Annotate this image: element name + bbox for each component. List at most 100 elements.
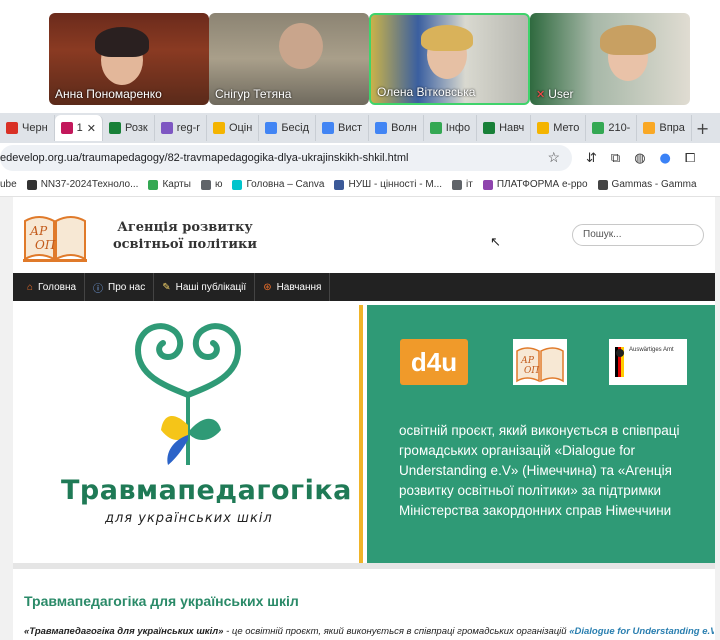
article-content: Травмапедагогіка для українських шкіл «Т… [13,563,715,640]
bookmark-favicon-icon [334,179,345,190]
tab-label: Черн [22,122,48,134]
agency-logo-small[interactable]: АР ОП [513,339,567,385]
browser-tab[interactable]: reg-r [155,115,207,141]
svg-text:ОП: ОП [35,238,56,252]
participant-name: ✕ User [536,87,574,101]
bookmarks-bar: ube NN37-2024Техноло... Карты ю Головна – Ca… [0,173,720,197]
bookmark-item[interactable]: Карты [148,179,191,190]
bookmark-label: ю [214,179,223,190]
nav-item-publications[interactable]: ✎ Наші публікації [154,273,256,301]
main-nav: ⌂ Головна ⓘ Про нас ✎ Наші публікації ⊛ … [13,273,715,301]
bookmark-favicon-icon [200,179,211,190]
tab-label: Мето [553,122,580,134]
banner-title: Травмапедагогіка [61,475,352,506]
browser-tab[interactable]: Бесід [259,115,317,141]
browser-tab[interactable]: Черн [0,115,55,141]
browser-tab[interactable]: Навч [477,115,532,141]
bookmark-favicon-icon [452,179,463,190]
participant-hair [421,25,473,51]
browser-tab[interactable]: Інфо [424,115,478,141]
tab-label: Вист [338,122,363,134]
bookmark-favicon-icon [232,179,243,190]
site-container: АР ОП Агенція розвитку освітньої політик… [13,197,715,640]
web-page: АР ОП Агенція розвитку освітньої політик… [0,197,720,640]
browser-tab[interactable]: Розк [103,115,155,141]
browser-tab[interactable]: Мето [531,115,587,141]
tab-label: Розк [125,122,148,134]
browser-tab[interactable]: Оцін [207,115,260,141]
participant-name: Анна Пономаренко [55,87,162,101]
bookmark-label: іт [466,179,473,190]
nav-label: Навчання [276,281,322,293]
record-icon [60,122,73,134]
crop-icon[interactable]: ⧉ [611,151,620,166]
participant-tile[interactable]: ✕ User [530,13,690,105]
drive-icon [429,122,442,134]
auswaertiges-amt-label: Auswärtiges Amt [629,347,674,353]
owl-extension-icon[interactable]: ◍ [634,151,645,166]
participant-name-text: User [548,87,574,101]
spiral-flower-icon [134,323,242,465]
search-input[interactable]: Пошук... [572,224,704,246]
nav-item-about[interactable]: ⓘ Про нас [85,273,155,301]
video-call-strip: Анна Пономаренко Снігур Тетяна Олена Віт… [0,0,720,113]
logo-text: АР [29,224,48,238]
participant-tile-active[interactable]: Олена Вітковська [369,13,530,105]
puzzle-icon[interactable]: ⧠ [685,151,695,166]
browser-tab[interactable]: Впра [637,115,692,141]
record-dot-icon[interactable]: ● [660,151,671,166]
bookmark-star-icon[interactable]: ☆ [547,149,560,166]
participant-tile[interactable]: Снігур Тетяна [209,13,369,105]
bookmark-item[interactable]: іт [452,179,473,190]
bookmark-item[interactable]: НУШ - цінності - М... [334,179,442,190]
bookmark-item[interactable]: NN37-2024Техноло... [26,179,138,190]
lead-text: - це освітній проєкт, який виконується в… [223,626,570,637]
new-tab-icon[interactable]: + [696,119,709,138]
gmail-icon [6,122,18,134]
nav-item-training[interactable]: ⊛ Навчання [255,273,331,301]
svg-text:ОП: ОП [524,366,539,376]
bookmark-item[interactable]: ю [200,179,223,190]
bookmark-label: ПЛАТФОРМА e-ppo [496,179,588,190]
browser-tab[interactable]: Вист [316,115,370,141]
docs-icon [375,122,388,134]
edit-icon: ✎ [162,281,171,293]
bookmark-item[interactable]: Головна – Canva [232,179,324,190]
drive-icon [592,122,605,134]
lead-bold: «Травмапедагогіка для українських шкіл» [24,626,224,637]
info-icon: ⓘ [93,283,104,295]
participant-tile[interactable]: Анна Пономаренко [49,13,209,105]
agency-name[interactable]: Агенція розвитку освітньої політики [105,219,265,253]
mouse-cursor-icon: ↖ [490,235,501,250]
bookmark-item[interactable]: ube [0,179,17,190]
nav-label: Наші публікації [175,281,247,293]
d4u-logo[interactable]: d4u [400,339,468,385]
bookmark-favicon-icon [148,179,159,190]
bookmark-favicon-icon [597,179,608,190]
url-text: edevelop.org.ua/traumapedagogy/82-travma… [0,152,409,164]
svg-text:АР: АР [520,356,535,366]
bookmark-item[interactable]: ПЛАТФОРМА e-ppo [482,179,588,190]
article-heading: Травмапедагогіка для українських шкіл [24,593,299,609]
close-tab-icon[interactable]: ✕ [87,122,96,135]
mic-off-icon: ✕ [536,89,546,101]
url-field[interactable]: edevelop.org.ua/traumapedagogy/82-travma… [0,145,572,171]
tab-label: Оцін [228,122,253,134]
tab-label: 210- [608,122,631,134]
browser-tab[interactable]: 1 ✕ [54,115,103,141]
nav-item-home[interactable]: ⌂ Головна [19,273,86,301]
auswaertiges-amt-logo[interactable]: Auswärtiges Amt [609,339,687,385]
browser-tab[interactable]: Волн [369,115,424,141]
bookmark-label: ube [0,179,17,190]
nav-label: Головна [38,281,77,293]
bookmark-item[interactable]: Gammas - Gamma [597,179,697,190]
participant-name: Снігур Тетяна [215,87,292,101]
dialogue-link[interactable]: «Dialogue for Understanding e.V» [569,626,714,637]
bookmark-favicon-icon [26,179,37,190]
browser-tab[interactable]: 210- [586,115,638,141]
extension-icon[interactable]: ⇵ [586,151,597,166]
browser-tab-bar: Черн 1 ✕ Розк reg-r Оцін Бесід Вист Волн Інфо Нав… [0,113,720,143]
tab-label: Впра [659,122,685,134]
slides-icon [537,122,550,134]
agency-logo[interactable]: АР ОП [21,207,89,263]
